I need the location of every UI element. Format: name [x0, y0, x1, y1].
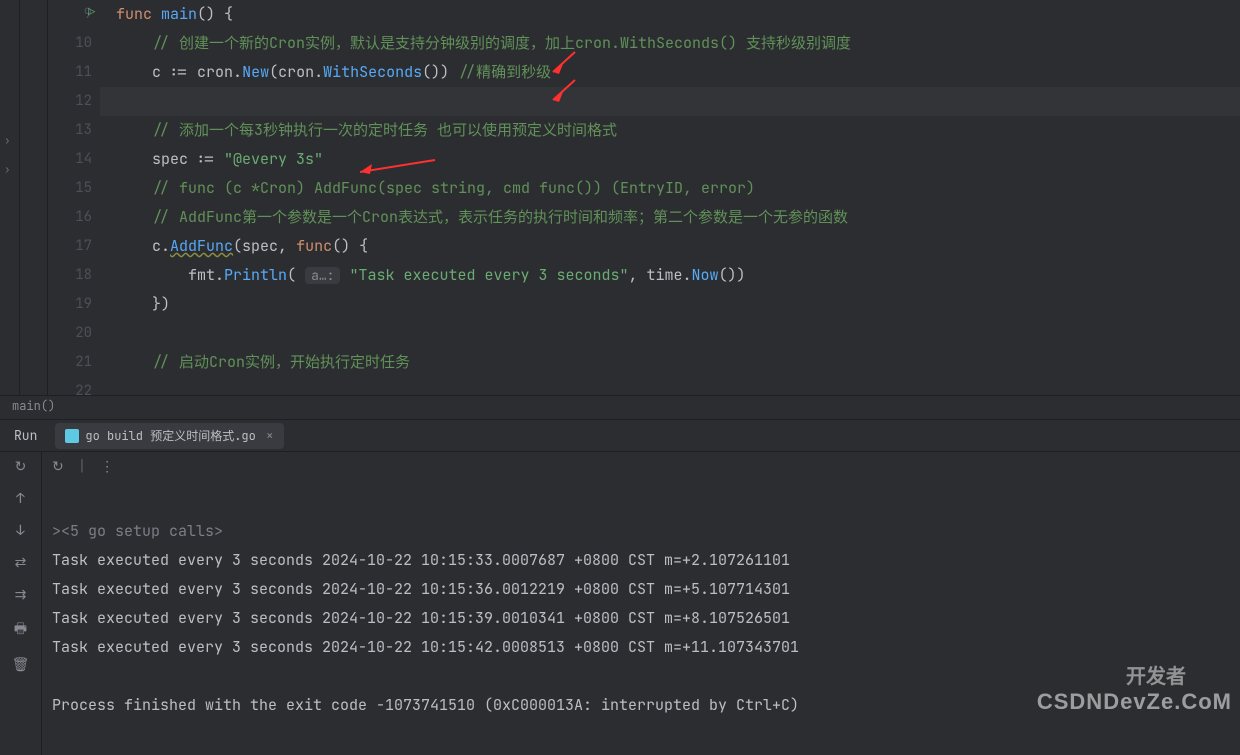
- fold-chevron-icon[interactable]: ›: [4, 163, 11, 177]
- code-area[interactable]: func main() { // 创建一个新的Cron实例，默认是支持分钟级别的…: [100, 0, 1240, 395]
- tab-run[interactable]: Run: [0, 420, 51, 452]
- print-icon[interactable]: 🖶: [14, 618, 27, 642]
- restart-icon[interactable]: ↻: [52, 458, 64, 476]
- more-icon[interactable]: ⋮: [100, 458, 114, 476]
- breadcrumb[interactable]: main(): [0, 395, 1240, 419]
- line-number: 13: [48, 116, 92, 145]
- line-number: 20: [48, 319, 92, 348]
- run-tool-window: Run go build 预定义时间格式.go × ↻ ↑ ↓ ⇄ ⇉ 🖶 🗑 …: [0, 419, 1240, 721]
- line-number: 17: [48, 232, 92, 261]
- annotation-arrow: [545, 48, 585, 78]
- line-number: 12: [48, 87, 92, 116]
- line-number: 16: [48, 203, 92, 232]
- up-icon[interactable]: ↑: [16, 490, 24, 508]
- code-text: (: [287, 265, 305, 285]
- down-icon[interactable]: ↓: [16, 522, 24, 540]
- watermark: CSDNDevZe.CoM: [1037, 689, 1232, 715]
- operator: :=: [170, 62, 188, 82]
- function-name: main: [161, 4, 197, 24]
- code-text: (cron.: [269, 62, 323, 82]
- fold-gutter: › ›: [0, 0, 20, 395]
- comment: // 启动Cron实例，开始执行定时任务: [152, 352, 410, 372]
- line-number: 10: [48, 29, 92, 58]
- parameter-hint: a…:: [305, 267, 340, 284]
- line-numbers: 9 10 11 12 13 14 15 16 17 18 19 20 21 22: [48, 0, 100, 395]
- line-number: 15: [48, 174, 92, 203]
- comment: // 创建一个新的Cron实例，默认是支持分钟级别的调度，加上cron.With…: [152, 33, 851, 53]
- editor: › › ▷ 9 10 11 12 13 14 15 16 17 18 19 20…: [0, 0, 1240, 395]
- code-text: ()): [719, 265, 746, 285]
- line-number: 19: [48, 290, 92, 319]
- method-call: AddFunc: [170, 236, 233, 256]
- function-call: Println: [224, 265, 287, 285]
- line-number: 11: [48, 58, 92, 87]
- scroll-icon[interactable]: ⇉: [15, 586, 27, 604]
- code-text: c.: [152, 236, 170, 256]
- keyword: func: [116, 4, 152, 24]
- tool-sidebar: ↻ ↑ ↓ ⇄ ⇉ 🖶 🗑: [0, 452, 42, 755]
- tab-label: go build 预定义时间格式.go: [85, 427, 255, 444]
- close-icon[interactable]: ×: [266, 427, 274, 444]
- console-line: Task executed every 3 seconds 2024-10-22…: [52, 579, 790, 599]
- console-line: Task executed every 3 seconds 2024-10-22…: [52, 550, 790, 570]
- fold-chevron-icon[interactable]: ›: [4, 134, 11, 148]
- separator-icon: |: [78, 458, 86, 476]
- function-call: Now: [692, 265, 719, 285]
- code-text: }): [152, 294, 170, 314]
- code-text: () {: [197, 4, 233, 24]
- string-literal: "@every 3s": [215, 149, 323, 169]
- code-text: spec: [152, 149, 197, 169]
- gutter-sidebar: [20, 0, 48, 395]
- code-text: ()): [422, 62, 458, 82]
- watermark: 开发者: [1126, 660, 1186, 689]
- code-text: , time.: [628, 265, 691, 285]
- go-icon: [65, 429, 79, 443]
- function-call: New: [242, 62, 269, 82]
- keyword: func: [296, 236, 332, 256]
- code-text: () {: [332, 236, 368, 256]
- annotation-arrow: [350, 154, 440, 178]
- wrap-icon[interactable]: ⇄: [15, 554, 27, 572]
- trash-icon[interactable]: 🗑: [12, 656, 30, 674]
- code-text: c: [152, 62, 170, 82]
- line-number: 18: [48, 261, 92, 290]
- line-number: 14: [48, 145, 92, 174]
- line-number: 21: [48, 348, 92, 377]
- console-toolbar: ↻ | ⋮: [42, 452, 1240, 482]
- comment: //精确到秒级: [458, 62, 551, 82]
- tool-tabs: Run go build 预定义时间格式.go ×: [0, 420, 1240, 452]
- operator: :=: [197, 149, 215, 169]
- line-number: 9: [48, 0, 92, 29]
- function-call: WithSeconds: [323, 62, 422, 82]
- code-text: cron.: [188, 62, 242, 82]
- code-text: (spec,: [233, 236, 296, 256]
- rerun-icon[interactable]: ↻: [15, 458, 27, 476]
- console-line: Task executed every 3 seconds 2024-10-22…: [52, 637, 799, 657]
- line-number: 22: [48, 377, 92, 406]
- comment: // 添加一个每3秒钟执行一次的定时任务 也可以使用预定义时间格式: [152, 120, 617, 140]
- string-literal: "Task executed every 3 seconds": [340, 265, 628, 285]
- console-line: <5 go setup calls>: [61, 521, 223, 541]
- console-exit-line: Process finished with the exit code -107…: [52, 695, 799, 715]
- run-gutter-icon[interactable]: ▷: [88, 4, 95, 20]
- code-text: fmt.: [188, 265, 224, 285]
- tab-label: Run: [14, 427, 37, 444]
- comment: // func (c *Cron) AddFunc(spec string, c…: [152, 178, 755, 198]
- annotation-arrow: [545, 76, 585, 106]
- console-line: Task executed every 3 seconds 2024-10-22…: [52, 608, 790, 628]
- tab-build[interactable]: go build 预定义时间格式.go ×: [55, 423, 283, 449]
- comment: // AddFunc第一个参数是一个Cron表达式，表示任务的执行时间和频率；第…: [152, 207, 848, 227]
